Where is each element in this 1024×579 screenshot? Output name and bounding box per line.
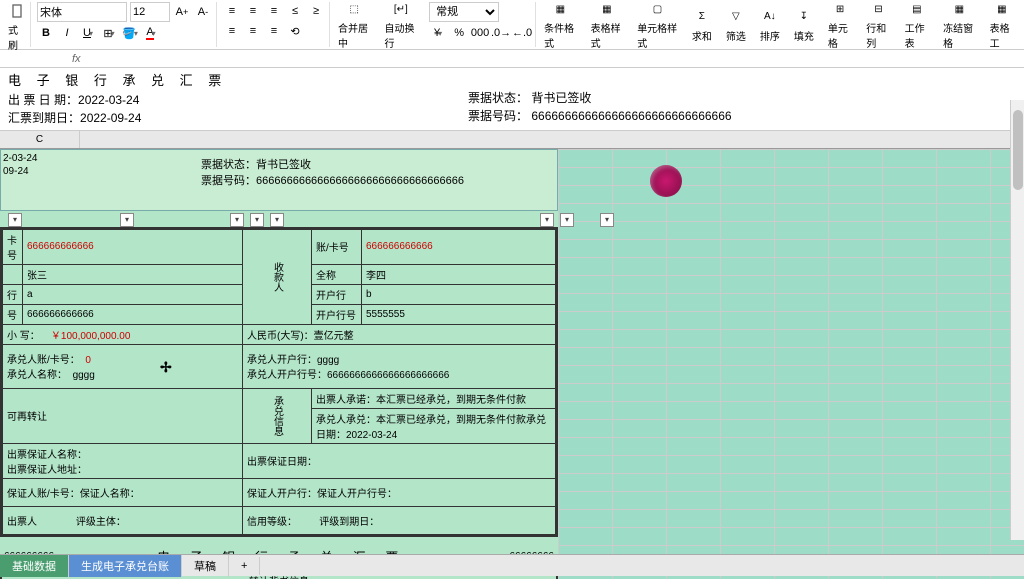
bill-main-table: 卡号 666666666666 收款人 账/卡号 666666666666 张三…	[0, 227, 558, 537]
tab-add[interactable]: +	[229, 557, 260, 575]
filter-icon: ▽	[726, 7, 746, 27]
fill-color-icon[interactable]: 🪣▾	[121, 24, 139, 42]
filter-dropdown[interactable]: ▾	[120, 213, 134, 227]
tab-basic-data[interactable]: 基础数据	[0, 555, 69, 577]
bill-status: 背书已签收	[531, 91, 591, 105]
transferable-cell[interactable]: 可再转让	[3, 388, 243, 443]
cell-style-button[interactable]: ▢单元格样式	[631, 0, 684, 52]
fill-down-icon: ↧	[794, 7, 814, 27]
format-painter-label[interactable]: 式刷	[8, 22, 26, 52]
table-tools-button[interactable]: ▦表格工	[984, 0, 1020, 52]
grid-extension[interactable]	[558, 149, 1024, 579]
payer-name-cell[interactable]: 张三	[23, 264, 243, 284]
decrease-decimal-icon[interactable]: ←.0	[513, 24, 531, 42]
cond-format-button[interactable]: ▦条件格式	[538, 0, 583, 52]
currency-icon[interactable]: ¥▾	[429, 24, 447, 42]
sheet-area[interactable]: 2-03-24 09-24 票据状态：背书已签收 票据号码：6666666666…	[0, 149, 1024, 579]
worksheet-icon: ▤	[907, 0, 927, 19]
sort-icon: A↓	[760, 7, 780, 27]
auto-wrap-button[interactable]: [↵] 自动换行	[379, 0, 424, 52]
wrap-icon: [↵]	[391, 0, 411, 19]
merge-center-button[interactable]: ⬚ 合并居中	[332, 0, 377, 52]
rowcol-button[interactable]: ⊟行和列	[860, 0, 896, 52]
filter-dropdown[interactable]: ▾	[8, 213, 22, 227]
amount-cn-cell[interactable]: 壹亿元整	[314, 331, 354, 342]
payee-name-cell[interactable]: 李四	[362, 264, 556, 284]
align-center-icon[interactable]: ≡	[244, 22, 262, 40]
filter-dropdown[interactable]: ▾	[230, 213, 244, 227]
indent-left-icon[interactable]: ≤	[286, 2, 304, 20]
pointer-marker-icon	[650, 165, 682, 197]
payer-bank-no-cell[interactable]: 666666666666	[23, 304, 243, 324]
cond-format-icon: ▦	[550, 0, 570, 19]
sort-button[interactable]: A↓排序	[754, 5, 786, 45]
align-middle-icon[interactable]: ≡	[244, 2, 262, 20]
bill-number: 666666666666666666666666666666	[531, 109, 731, 123]
align-left-icon[interactable]: ≡	[223, 22, 241, 40]
formula-bar: fx	[0, 50, 1024, 68]
tab-generate-ledger[interactable]: 生成电子承兑台账	[69, 555, 182, 577]
issue-date: 2022-03-24	[78, 93, 139, 107]
fill-button[interactable]: ↧填充	[788, 5, 820, 45]
italic-icon[interactable]: I	[58, 24, 76, 42]
worksheet-button[interactable]: ▤工作表	[899, 0, 935, 52]
cell-style-icon: ▢	[648, 0, 668, 19]
merge-icon: ⬚	[344, 0, 364, 19]
tab-draft[interactable]: 草稿	[182, 555, 229, 577]
expire-date: 2022-09-24	[80, 111, 141, 125]
paste-icon[interactable]	[8, 2, 26, 20]
doc-header: 电 子 银 行 承 兑 汇 票 出 票 日 期：2022-03-24 汇票到期日…	[0, 68, 1024, 131]
increase-decimal-icon[interactable]: .0→	[492, 24, 510, 42]
align-bottom-icon[interactable]: ≡	[265, 2, 283, 20]
filter-dropdown[interactable]: ▾	[540, 213, 554, 227]
bill-header-box: 2-03-24 09-24 票据状态：背书已签收 票据号码：6666666666…	[0, 149, 558, 211]
table-style-button[interactable]: ▦表格样式	[585, 0, 630, 52]
orientation-icon[interactable]: ⟲	[286, 22, 304, 40]
payee-bank-cell[interactable]: b	[362, 284, 556, 304]
ribbon: 式刷 A+ A- B I U▾ ⊞▾ 🪣▾ A▾ ≡ ≡ ≡ ≤ ≥ ≡ ≡ ≡	[0, 0, 1024, 50]
cells-button[interactable]: ⊞单元格	[822, 0, 858, 52]
column-headers: C	[0, 131, 1024, 149]
increase-font-icon[interactable]: A+	[173, 3, 191, 21]
fx-label[interactable]: fx	[64, 53, 89, 65]
rowcol-icon: ⊟	[868, 0, 888, 19]
freeze-icon: ▦	[949, 0, 969, 19]
filter-dropdown[interactable]: ▾	[600, 213, 614, 227]
filter-dropdown[interactable]: ▾	[250, 213, 264, 227]
filter-dropdown[interactable]: ▾	[560, 213, 574, 227]
comma-icon[interactable]: 000	[471, 24, 489, 42]
scroll-thumb[interactable]	[1013, 110, 1023, 190]
font-size-select[interactable]	[130, 2, 170, 22]
align-top-icon[interactable]: ≡	[223, 2, 241, 20]
percent-icon[interactable]: %	[450, 24, 468, 42]
vertical-scrollbar[interactable]	[1010, 100, 1024, 540]
align-right-icon[interactable]: ≡	[265, 22, 283, 40]
card-no-cell[interactable]: 666666666666	[23, 229, 243, 264]
filter-button[interactable]: ▽筛选	[720, 5, 752, 45]
freeze-button[interactable]: ▦冻结窗格	[937, 0, 982, 52]
font-name-select[interactable]	[37, 2, 127, 22]
number-format-select[interactable]: 常规	[429, 2, 499, 22]
payee-acct-cell[interactable]: 666666666666	[362, 229, 556, 264]
col-header-c[interactable]: C	[0, 131, 80, 148]
filter-dropdown[interactable]: ▾	[270, 213, 284, 227]
sum-button[interactable]: Σ求和	[686, 5, 718, 45]
cell-cursor-icon: ✢	[160, 359, 172, 376]
sum-icon: Σ	[692, 7, 712, 27]
payer-bank-cell[interactable]: a	[23, 284, 243, 304]
sheet-tabs: 基础数据 生成电子承兑台账 草稿 +	[0, 554, 1024, 576]
amount-small-cell[interactable]: ￥100,000,000.00	[51, 331, 131, 342]
font-color-icon[interactable]: A▾	[142, 24, 160, 42]
bold-icon[interactable]: B	[37, 24, 55, 42]
border-icon[interactable]: ⊞▾	[100, 24, 118, 42]
underline-icon[interactable]: U▾	[79, 24, 97, 42]
cells-icon: ⊞	[830, 0, 850, 19]
doc-title: 电 子 银 行 承 兑 汇 票	[8, 71, 468, 91]
payee-bank-no-cell[interactable]: 5555555	[362, 304, 556, 324]
decrease-font-icon[interactable]: A-	[194, 3, 212, 21]
table-tools-icon: ▦	[992, 0, 1012, 19]
table-style-icon: ▦	[597, 0, 617, 19]
indent-right-icon[interactable]: ≥	[307, 2, 325, 20]
